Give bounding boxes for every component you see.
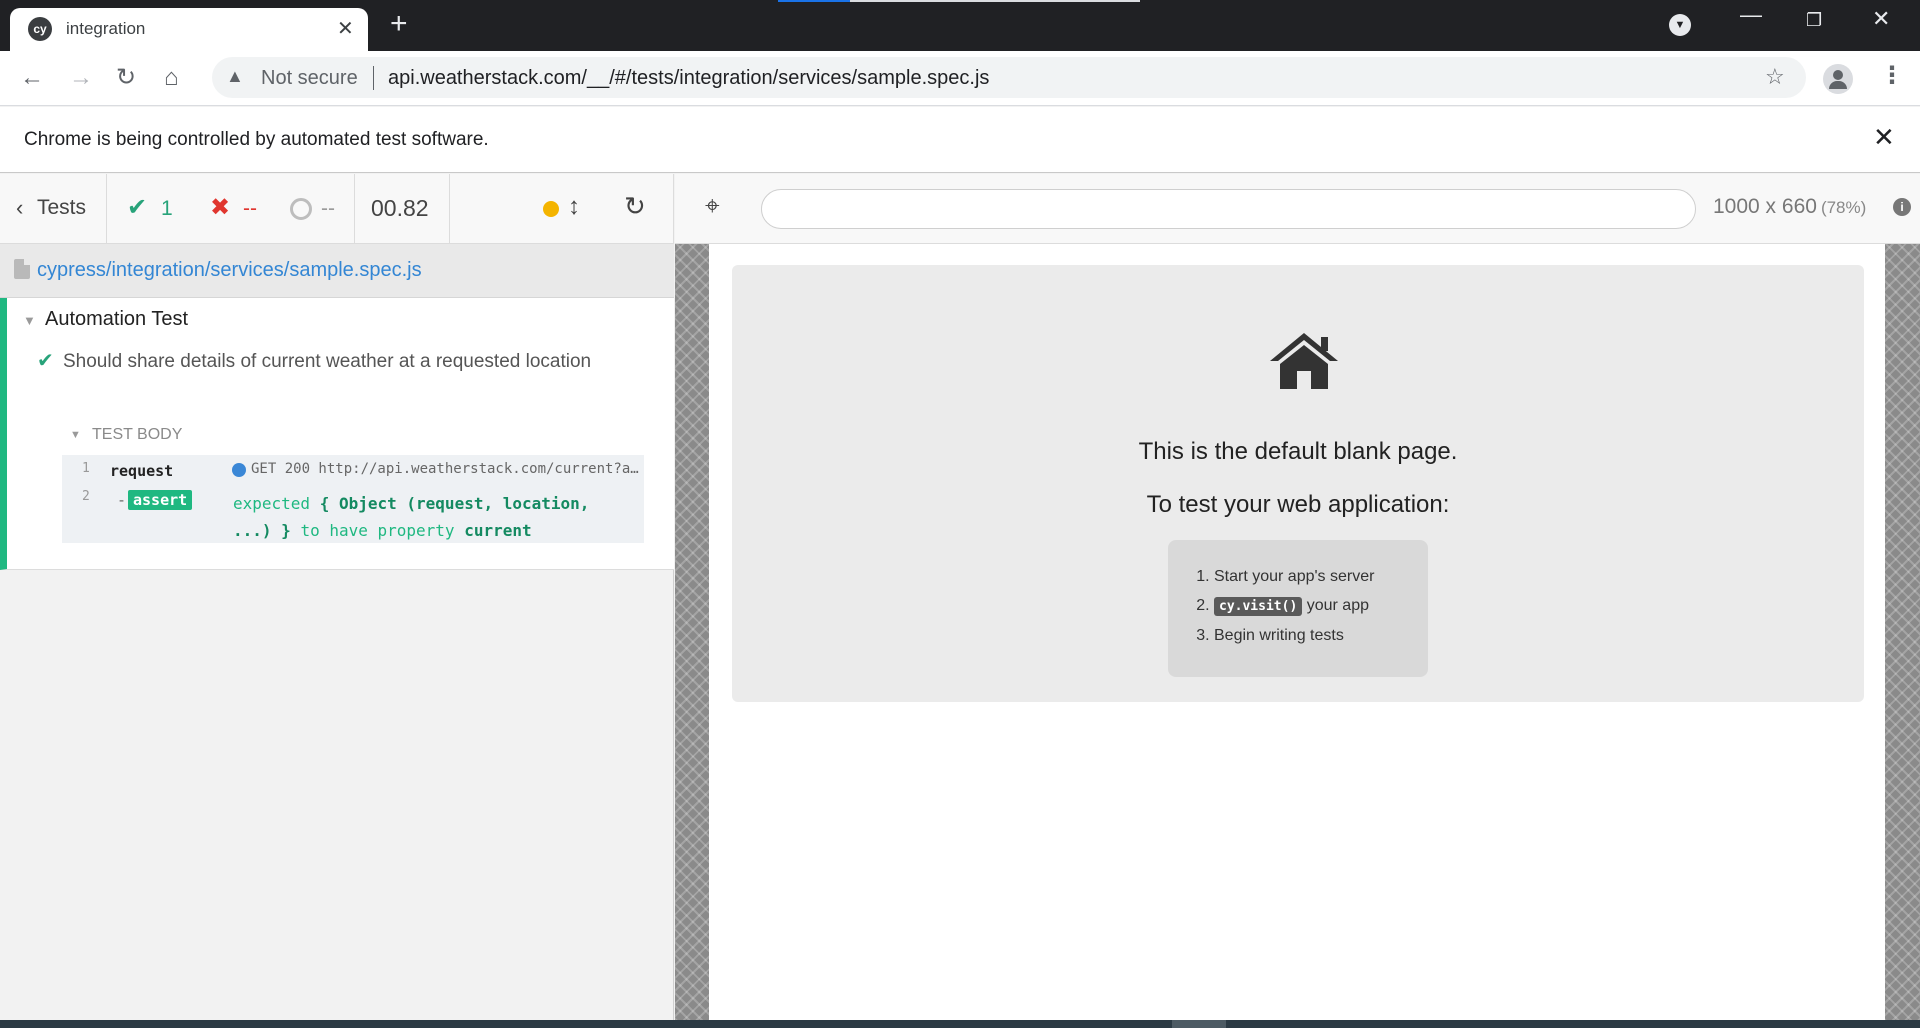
cypress-reporter: ‹ Tests ✔ 1 ✖ -- -- 00.82 ↕ ↻ cypress/in…	[0, 174, 674, 1020]
profile-body	[1829, 81, 1847, 89]
pending-circle-icon	[290, 198, 312, 220]
passed-check-icon: ✔	[127, 194, 148, 221]
loading-indicator-track	[850, 0, 1140, 2]
command-name: request	[110, 462, 174, 480]
home-button[interactable]: ⌂	[164, 64, 179, 92]
blank-page-heading: This is the default blank page.	[1138, 438, 1458, 465]
rerun-tests-button[interactable]: ↻	[624, 191, 646, 222]
minimize-window-button[interactable]: —	[1740, 2, 1762, 28]
blank-page-subheading: To test your web application:	[1146, 491, 1450, 518]
network-status-dot-icon	[232, 463, 246, 477]
cypress-favicon-icon: cy	[28, 17, 52, 41]
browser-tab-strip: cy integration ✕ + ▼ — ❐ ✕	[0, 0, 1920, 51]
selector-playground-crosshair-icon[interactable]: ⌖	[705, 190, 720, 222]
aut-url-field[interactable]	[761, 189, 1696, 229]
browser-tab[interactable]: cy integration ✕	[10, 8, 368, 51]
command-number: 1	[82, 461, 90, 476]
assert-badge: assert	[128, 490, 193, 510]
chevron-left-icon: ‹	[16, 195, 24, 220]
assertion-property: current	[464, 521, 532, 540]
reporter-header: ‹ Tests ✔ 1 ✖ -- -- 00.82 ↕ ↻	[0, 174, 674, 244]
tab-search-icon[interactable]: ▼	[1669, 14, 1691, 36]
running-status-dot-icon	[543, 201, 559, 217]
command-number: 2	[82, 489, 90, 504]
collapse-triangle-icon[interactable]: ▼	[23, 313, 36, 328]
command-request[interactable]: 1 request GET 200 http://api.weatherstac…	[62, 455, 644, 483]
address-bar[interactable]: ▲ Not secure api.weatherstack.com/__/#/t…	[212, 57, 1806, 98]
command-assert[interactable]: 2 - assert expected { Object (request, l…	[62, 483, 644, 543]
viewport-info-icon[interactable]: i	[1893, 198, 1911, 216]
automation-infobar: Chrome is being controlled by automated …	[0, 107, 1920, 173]
address-url[interactable]: api.weatherstack.com/__/#/tests/integrat…	[388, 67, 989, 90]
duration-value: 00.82	[371, 195, 429, 221]
omnibox-separator	[373, 66, 374, 90]
aut-header: ⌖ 1000 x 660 (78%) i	[675, 174, 1920, 244]
new-tab-button[interactable]: +	[390, 7, 408, 41]
test-body-label: TEST BODY	[92, 426, 183, 443]
viewport-size: 1000 x 660 (78%)	[1713, 195, 1866, 219]
aut-iframe[interactable]: This is the default blank page. To test …	[709, 244, 1885, 1020]
profile-icon[interactable]	[1823, 64, 1853, 94]
test-title[interactable]: Should share details of current weather …	[63, 348, 603, 375]
assertion-verb: to have property	[300, 521, 455, 540]
tests-back-button[interactable]: ‹ Tests	[0, 174, 107, 244]
spec-file-link[interactable]: cypress/integration/services/sample.spec…	[37, 259, 422, 282]
command-log: 1 request GET 200 http://api.weatherstac…	[62, 455, 644, 543]
os-taskbar	[0, 1020, 1920, 1028]
assertion-message: expected { Object (request, location, ..…	[233, 490, 623, 544]
profile-head	[1833, 70, 1843, 80]
forward-button[interactable]: →	[69, 64, 93, 92]
security-label[interactable]: Not secure	[261, 67, 358, 90]
warning-icon[interactable]: ▲	[226, 66, 244, 87]
collapse-triangle-icon: ▼	[70, 429, 81, 441]
step-item: cy.visit() your app	[1214, 596, 1428, 617]
bookmark-star-icon[interactable]: ☆	[1765, 64, 1785, 90]
browser-toolbar: ← → ↻ ⌂ ▲ Not secure api.weatherstack.co…	[0, 51, 1920, 106]
step-text: Begin writing tests	[1214, 627, 1344, 644]
failed-x-icon: ✖	[210, 194, 231, 221]
house-icon	[1270, 333, 1338, 389]
suite-runnable: ▼ Automation Test ✔ Should share details…	[0, 298, 674, 570]
assertion-word: expected	[233, 494, 311, 513]
browser-menu-icon[interactable]: ⋮	[1880, 61, 1904, 90]
restore-window-button[interactable]: ❐	[1806, 10, 1822, 31]
infobar-close-icon[interactable]: ✕	[1873, 122, 1895, 153]
failed-count: --	[243, 197, 257, 220]
test-stats: ✔ 1 ✖ -- --	[107, 174, 355, 244]
test-passed-check-icon: ✔	[37, 350, 54, 372]
viewport-scale: (78%)	[1820, 198, 1867, 217]
step-text: Start your app's server	[1214, 568, 1375, 585]
back-button[interactable]: ←	[20, 64, 44, 92]
default-blank-page-card: This is the default blank page. To test …	[732, 265, 1864, 702]
step-code: cy.visit()	[1214, 597, 1303, 616]
pending-count: --	[321, 197, 335, 220]
command-prefix: -	[117, 491, 127, 509]
file-icon	[14, 259, 30, 279]
command-message: GET 200 http://api.weatherstack.com/curr…	[251, 461, 641, 477]
loading-indicator-active	[778, 0, 850, 2]
auto-scroll-toggle-icon[interactable]: ↕	[568, 193, 580, 221]
taskbar-active-item[interactable]	[1172, 1020, 1226, 1028]
tests-label: Tests	[37, 196, 87, 219]
viewport-dimensions: 1000 x 660	[1713, 195, 1817, 218]
aut-container: This is the default blank page. To test …	[675, 244, 1920, 1020]
close-window-button[interactable]: ✕	[1872, 6, 1890, 32]
passed-count: 1	[161, 197, 173, 220]
run-duration: 00.82	[355, 174, 450, 244]
tab-title: integration	[66, 19, 146, 38]
step-item: Start your app's server	[1214, 567, 1428, 587]
step-text: your app	[1302, 597, 1369, 614]
reporter-controls: ↕ ↻	[450, 174, 674, 244]
getting-started-steps: Start your app's server cy.visit() your …	[1168, 540, 1428, 677]
infobar-message: Chrome is being controlled by automated …	[24, 129, 489, 150]
suite-title[interactable]: Automation Test	[45, 308, 188, 331]
step-item: Begin writing tests	[1214, 626, 1428, 646]
spec-file-header: cypress/integration/services/sample.spec…	[0, 244, 674, 298]
reload-button[interactable]: ↻	[116, 64, 136, 92]
tab-close-icon[interactable]: ✕	[337, 16, 354, 41]
